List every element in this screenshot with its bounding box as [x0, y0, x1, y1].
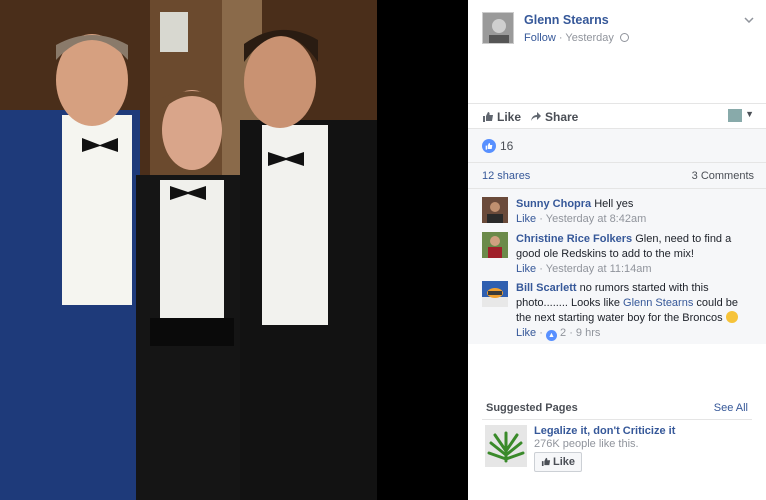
comment-body: Christine Rice Folkers Glen, need to fin… [516, 232, 756, 277]
post-time[interactable]: Yesterday [565, 32, 614, 44]
divider [482, 419, 752, 420]
avatar-image [483, 13, 513, 43]
meta-separator: · [555, 32, 566, 44]
commenter-avatar[interactable] [482, 197, 508, 223]
reaction-count[interactable]: 16 [500, 139, 513, 153]
comment-like-link[interactable]: Like [516, 213, 536, 225]
shares-count[interactable]: 12 shares [482, 170, 530, 182]
smiley-emoji-icon [725, 311, 738, 323]
thumbs-up-icon [541, 457, 551, 466]
comment-time[interactable]: · 9 hrs [566, 327, 600, 339]
comment-like-link[interactable]: Like [516, 263, 536, 275]
post-photo[interactable] [0, 0, 377, 500]
like-reaction-icon [482, 139, 496, 153]
share-action[interactable]: Share [530, 110, 578, 124]
caret-down-icon[interactable]: ▼ [745, 109, 754, 119]
reactions-bar: 16 [468, 129, 766, 163]
see-all-link[interactable]: See All [714, 402, 748, 414]
suggested-pages: Suggested Pages See All Legalize it, don… [468, 392, 766, 500]
post-actions-bar: Like Share ▼ [468, 103, 766, 129]
comments-count[interactable]: 3 Comments [692, 170, 754, 182]
post-sidebar: Glenn Stearns Follow · Yesterday Like Sh… [468, 0, 766, 500]
comment-meta: Like · ▲ 2 · 9 hrs [516, 327, 601, 341]
like-label: Like [497, 110, 522, 124]
comment-time[interactable]: · Yesterday at 11:14am [536, 263, 651, 275]
leaf-icon [485, 425, 527, 467]
comment-meta: Like · Yesterday at 8:42am [516, 212, 756, 227]
comment-meta: Like · Yesterday at 11:14am [516, 262, 756, 277]
photo-illustration [0, 0, 377, 500]
like-action[interactable]: Like [482, 110, 521, 124]
commenter-name[interactable]: Sunny Chopra [516, 198, 591, 210]
page-thumbnail[interactable] [485, 425, 527, 467]
share-arrow-icon [531, 112, 541, 121]
page-like-button[interactable]: Like [534, 452, 583, 472]
commenter-avatar[interactable] [482, 281, 508, 307]
commenter-name[interactable]: Christine Rice Folkers [516, 233, 632, 245]
author-avatar[interactable] [482, 12, 514, 44]
globe-icon [619, 33, 629, 42]
suggested-page-name[interactable]: Legalize it, don't Criticize it [534, 425, 675, 437]
viewer-avatar[interactable] [728, 109, 742, 122]
commenter-avatar[interactable] [482, 232, 508, 258]
like-reaction-icon: ▲ [545, 330, 557, 341]
comment-time[interactable]: · Yesterday at 8:42am [536, 213, 646, 225]
author-name[interactable]: Glenn Stearns [524, 13, 609, 27]
comment-like-link[interactable]: Like [516, 327, 536, 339]
comment-body: Sunny Chopra Hell yes Like · Yesterday a… [516, 197, 756, 227]
comment-body: Bill Scarlett no rumors started with thi… [516, 281, 756, 341]
suggested-page-likes: 276K people like this. [534, 438, 639, 450]
post-stats: 12 shares 3 Comments [468, 163, 766, 189]
comments-list: Sunny Chopra Hell yes Like · Yesterday a… [468, 189, 766, 344]
post-header: Glenn Stearns Follow · Yesterday [468, 0, 766, 100]
photo-area [0, 0, 468, 500]
comment-text: Hell yes [591, 198, 634, 210]
chevron-down-icon[interactable] [744, 14, 754, 26]
mention-link[interactable]: Glenn Stearns [623, 297, 693, 309]
post-meta: Follow · Yesterday [524, 32, 629, 44]
share-label: Share [545, 110, 579, 124]
page-like-label: Like [553, 456, 576, 468]
commenter-name[interactable]: Bill Scarlett [516, 282, 577, 294]
thumbs-up-icon [483, 112, 493, 122]
follow-link[interactable]: Follow [524, 32, 556, 44]
suggested-title: Suggested Pages [486, 402, 578, 414]
photo-viewer: Glenn Stearns Follow · Yesterday Like Sh… [0, 0, 766, 500]
